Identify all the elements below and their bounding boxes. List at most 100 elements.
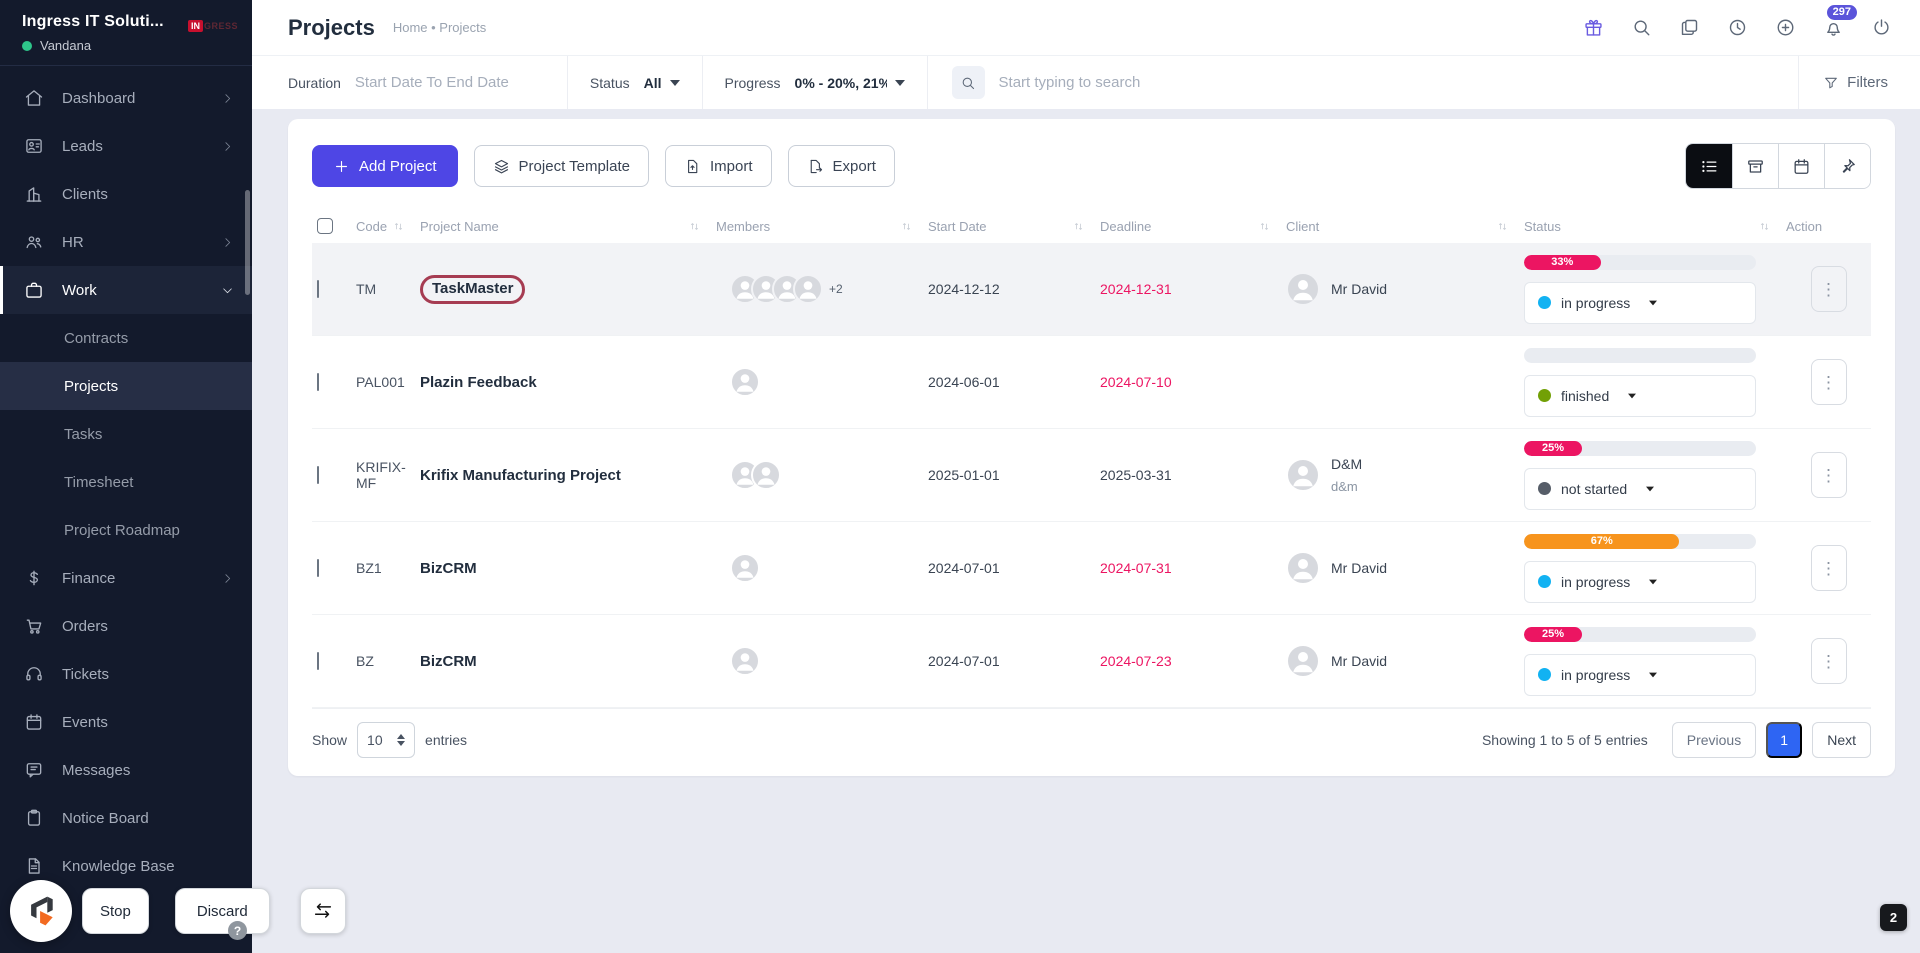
add-project-button[interactable]: Add Project (312, 145, 458, 187)
members-cell[interactable] (716, 646, 928, 676)
client-cell[interactable]: Mr David (1286, 644, 1524, 678)
row-actions-button[interactable]: ⋮ (1810, 359, 1847, 405)
plus-circle-icon[interactable] (1775, 17, 1796, 38)
column-header-action[interactable]: Action (1786, 209, 1871, 243)
extension-logo[interactable] (10, 880, 72, 942)
chevron-right-icon (221, 236, 234, 249)
client-cell[interactable]: Mr David (1286, 551, 1524, 585)
sidebar-item-messages[interactable]: Messages (0, 746, 252, 794)
row-actions-button[interactable]: ⋮ (1810, 266, 1847, 312)
stop-button[interactable]: Stop (82, 888, 149, 934)
sort-icon[interactable] (393, 221, 404, 232)
sidebar-subitem-project-roadmap[interactable]: Project Roadmap (0, 506, 252, 554)
page-size-select[interactable]: 10 (357, 721, 416, 758)
status-select[interactable]: in progress (1524, 653, 1756, 696)
page-1-button[interactable]: 1 (1766, 721, 1803, 758)
status-dot (1538, 575, 1551, 588)
members-cell[interactable]: +2 (716, 274, 928, 304)
export-button[interactable]: Export (787, 145, 895, 187)
client-cell[interactable]: Mr David (1286, 272, 1524, 306)
column-header-project-name[interactable]: Project Name (420, 209, 716, 243)
status-select[interactable]: finished (1524, 374, 1756, 417)
sidebar-item-finance[interactable]: Finance (0, 554, 252, 602)
column-header-client[interactable]: Client (1286, 209, 1524, 243)
column-header-status[interactable]: Status (1524, 209, 1786, 243)
project-name-link[interactable]: BizCRM (420, 560, 477, 577)
search-input[interactable] (998, 74, 1249, 91)
sort-icon[interactable] (1073, 221, 1084, 232)
next-page-button[interactable]: Next (1812, 721, 1871, 758)
row-actions-button[interactable]: ⋮ (1810, 545, 1847, 591)
sidebar-item-label: Tickets (62, 665, 109, 683)
sort-icon[interactable] (1759, 221, 1770, 232)
column-header-start-date[interactable]: Start Date (928, 209, 1100, 243)
previous-page-button[interactable]: Previous (1671, 721, 1757, 758)
duration-input[interactable] (354, 74, 545, 91)
search-icon[interactable] (1631, 17, 1652, 38)
progress-bar: 25% (1524, 440, 1756, 456)
sort-icon[interactable] (1259, 221, 1270, 232)
duration-filter[interactable]: Duration (288, 56, 545, 109)
members-cell[interactable] (716, 553, 928, 583)
row-checkbox[interactable] (317, 280, 319, 298)
sidebar-item-leads[interactable]: Leads (0, 122, 252, 170)
members-cell[interactable] (716, 367, 928, 397)
status-select[interactable]: in progress (1524, 281, 1756, 324)
archive-view-button[interactable] (1732, 144, 1778, 188)
column-header-code[interactable]: Code (356, 209, 420, 243)
sort-icon[interactable] (901, 221, 912, 232)
list-view-button[interactable] (1686, 144, 1732, 188)
project-name-link[interactable]: TaskMaster (432, 280, 513, 297)
gift-icon[interactable] (1583, 17, 1604, 38)
row-checkbox[interactable] (317, 466, 319, 484)
progress-filter[interactable]: Progress 0% - 20%, 21% (725, 56, 905, 109)
select-all-checkbox[interactable] (317, 218, 333, 234)
bell-icon[interactable]: 297 (1823, 5, 1857, 38)
discard-button[interactable]: Discard (174, 888, 270, 934)
client-cell[interactable]: D&M d&m (1286, 456, 1524, 494)
project-name-link[interactable]: Krifix Manufacturing Project (420, 467, 621, 484)
members-cell[interactable] (716, 460, 928, 490)
search-icon[interactable] (951, 66, 985, 99)
sidebar-subitem-projects[interactable]: Projects (0, 362, 252, 410)
import-button[interactable]: Import (665, 145, 772, 187)
pin-view-button[interactable] (1824, 144, 1870, 188)
sidebar-item-clients[interactable]: Clients (0, 170, 252, 218)
status-select[interactable]: in progress (1524, 560, 1756, 603)
swap-arrows-button[interactable] (299, 888, 346, 934)
sidebar-subitem-timesheet[interactable]: Timesheet (0, 458, 252, 506)
sort-icon[interactable] (689, 221, 700, 232)
sidebar-subitem-contracts[interactable]: Contracts (0, 314, 252, 362)
column-header-deadline[interactable]: Deadline (1100, 209, 1286, 243)
client-subname: d&m (1331, 479, 1358, 494)
row-actions-button[interactable]: ⋮ (1810, 452, 1847, 498)
project-name-link[interactable]: Plazin Feedback (420, 374, 537, 391)
status-filter[interactable]: Status All (590, 56, 680, 109)
row-actions-button[interactable]: ⋮ (1810, 638, 1847, 684)
filters-button[interactable]: Filters (1798, 56, 1920, 109)
sidebar-subitem-tasks[interactable]: Tasks (0, 410, 252, 458)
sidebar-item-tickets[interactable]: Tickets (0, 650, 252, 698)
row-checkbox[interactable] (317, 652, 319, 670)
row-checkbox[interactable] (317, 559, 319, 577)
workspace-header[interactable]: Ingress IT Soluti... Vandana IN GRESS (0, 0, 252, 66)
help-badge[interactable]: ? (228, 921, 247, 940)
status-select[interactable]: not started (1524, 467, 1756, 510)
sidebar-item-notice-board[interactable]: Notice Board (0, 794, 252, 842)
sort-icon[interactable] (1497, 221, 1508, 232)
project-template-button[interactable]: Project Template (473, 145, 649, 187)
corner-count-badge[interactable]: 2 (1880, 904, 1907, 931)
notes-icon[interactable] (1679, 17, 1700, 38)
clock-icon[interactable] (1727, 17, 1748, 38)
calendar-view-button[interactable] (1778, 144, 1824, 188)
sidebar-item-dashboard[interactable]: Dashboard (0, 74, 252, 122)
sidebar-item-events[interactable]: Events (0, 698, 252, 746)
row-checkbox[interactable] (317, 373, 319, 391)
sidebar-item-hr[interactable]: HR (0, 218, 252, 266)
sidebar-item-orders[interactable]: Orders (0, 602, 252, 650)
column-header-members[interactable]: Members (716, 209, 928, 243)
project-name-link[interactable]: BizCRM (420, 653, 477, 670)
power-icon[interactable] (1871, 17, 1892, 38)
sidebar-item-work[interactable]: Work (0, 266, 252, 314)
sidebar-scrollbar[interactable] (245, 190, 250, 295)
